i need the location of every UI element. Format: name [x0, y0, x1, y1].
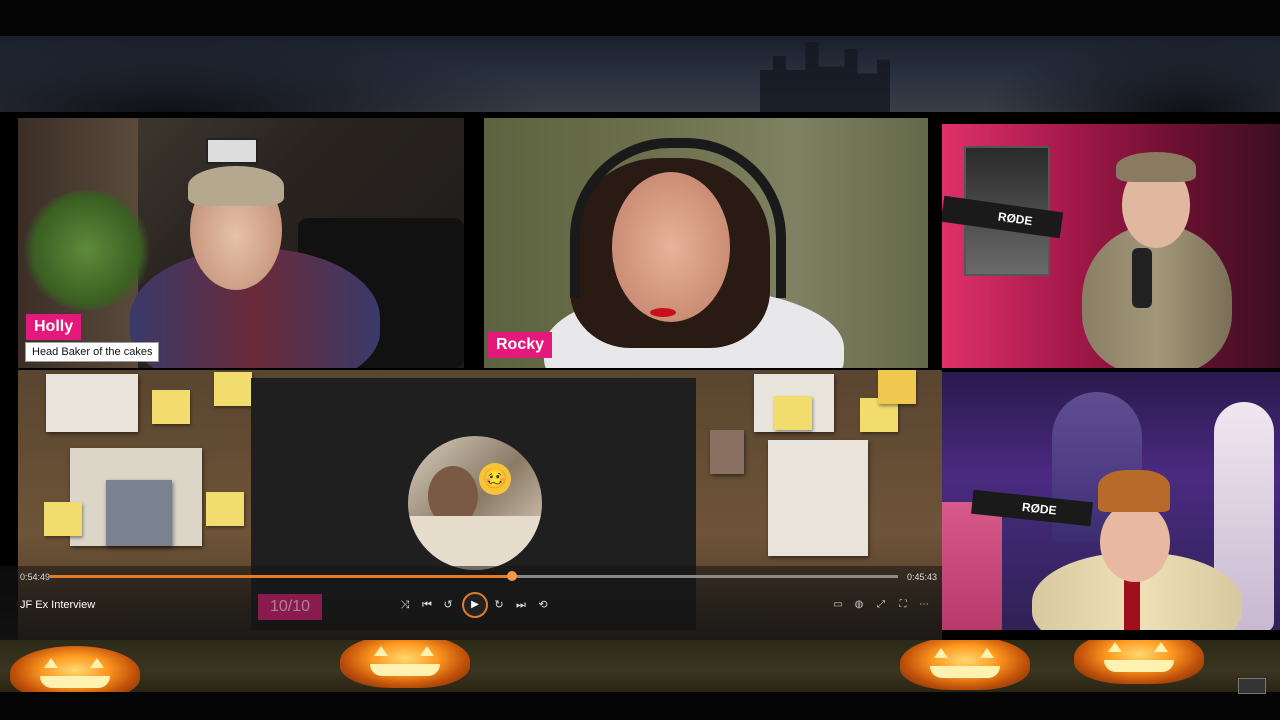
channel-watermark-icon — [1238, 678, 1266, 694]
album-art-thumbnail: 🥴 — [408, 436, 542, 570]
castle-silhouette — [760, 42, 890, 112]
play-button[interactable]: ▶ — [462, 592, 488, 618]
video-tile-host-purple[interactable]: RØDE — [942, 372, 1280, 630]
pinned-paper — [768, 440, 868, 556]
jack-o-lantern-icon — [900, 640, 1030, 690]
remaining-time: 0:45:43 — [907, 572, 938, 582]
sticky-note — [44, 502, 82, 536]
video-tile-host-pink[interactable]: RØDE — [942, 124, 1280, 368]
video-tile-rocky[interactable]: Rocky — [484, 118, 928, 368]
subtitle-tag-holly: Head Baker of the cakes — [25, 342, 160, 362]
seek-bar[interactable] — [50, 571, 898, 581]
more-options-icon[interactable]: ⋯ — [917, 599, 931, 610]
pinned-photo — [106, 480, 172, 546]
playlist-counter: 10/10 — [258, 594, 322, 620]
previous-icon[interactable]: ⏮ — [420, 599, 434, 611]
halloween-sky-banner — [0, 36, 1280, 112]
rewind-icon[interactable]: ↺ — [441, 599, 455, 611]
shuffle-icon[interactable]: ⤨ — [398, 599, 412, 611]
tree-silhouette — [0, 36, 560, 112]
repeat-icon[interactable]: ⟲ — [536, 599, 550, 611]
ghost-prop — [942, 502, 1002, 630]
sticky-note — [206, 492, 244, 526]
media-title: JF Ex Interview — [20, 599, 96, 611]
player-controls-bar: 0:54:49 0:45:43 JF Ex Interview 10/10 ⤨ … — [0, 566, 942, 640]
forward-icon[interactable]: ↻ — [492, 599, 506, 611]
sticky-note — [152, 390, 190, 424]
volume-icon[interactable]: ◍ — [852, 599, 866, 610]
holly-hair — [188, 166, 284, 206]
top-letterbox — [0, 0, 1280, 36]
orange-hat — [1098, 470, 1170, 512]
sticky-note — [774, 396, 812, 430]
pip-icon[interactable]: ⤢ — [874, 599, 888, 610]
microphone — [1132, 248, 1152, 308]
tree-silhouette — [980, 36, 1280, 112]
headphones-icon — [570, 138, 786, 298]
jack-o-lantern-icon — [340, 640, 470, 688]
host-purple-face — [1100, 502, 1170, 582]
video-tile-holly[interactable]: Holly Head Baker of the cakes — [18, 118, 464, 368]
rocky-lips — [650, 308, 676, 317]
seek-handle[interactable] — [507, 571, 518, 581]
flat-cap — [1116, 152, 1196, 182]
woozy-face-icon: 🥴 — [479, 463, 511, 495]
house-plant — [22, 190, 152, 310]
jack-o-lantern-icon — [10, 646, 140, 692]
elapsed-time: 0:54:49 — [20, 572, 51, 582]
name-tag-rocky: Rocky — [488, 332, 553, 358]
pinned-photo — [710, 430, 744, 474]
fullscreen-icon[interactable]: ⛶ — [896, 599, 910, 610]
name-tag-holly: Holly — [26, 314, 82, 340]
captions-icon[interactable]: ▭ — [831, 599, 845, 610]
pinned-paper — [46, 374, 138, 432]
seek-bar-progress — [50, 575, 513, 578]
sticky-note — [214, 372, 252, 406]
bottom-letterbox — [0, 692, 1280, 720]
thumbnail-clothing — [408, 516, 542, 570]
jack-o-lantern-icon — [1074, 640, 1204, 684]
sticky-note — [878, 370, 916, 404]
jack-o-lantern-banner — [0, 640, 1280, 692]
next-icon[interactable]: ⏭ — [514, 599, 528, 611]
wall-picture — [206, 138, 258, 164]
